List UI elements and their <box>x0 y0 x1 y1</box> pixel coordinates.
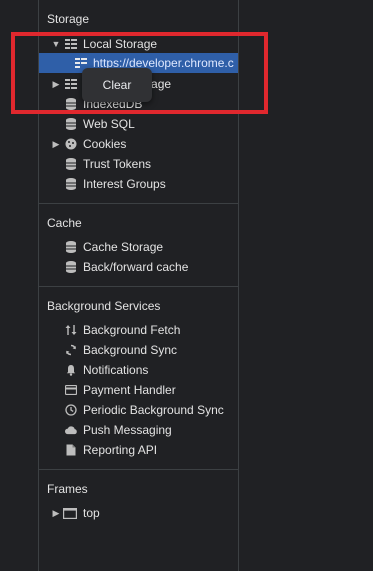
payment-handler-item[interactable]: Payment Handler <box>39 380 238 400</box>
trust-tokens-item[interactable]: Trust Tokens <box>39 154 238 174</box>
database-icon <box>65 261 77 273</box>
database-icon <box>65 178 77 190</box>
database-icon <box>65 118 77 130</box>
frames-section-title: Frames <box>47 482 88 496</box>
frame-top-label: top <box>83 506 100 520</box>
interest-groups-item[interactable]: Interest Groups <box>39 174 238 194</box>
cache-storage-item[interactable]: Cache Storage <box>39 237 238 257</box>
cache-storage-label: Cache Storage <box>83 240 164 254</box>
section-divider <box>39 286 238 287</box>
periodic-background-sync-item[interactable]: Periodic Background Sync <box>39 400 238 420</box>
interest-groups-label: Interest Groups <box>83 177 166 191</box>
bfcache-label: Back/forward cache <box>83 260 189 274</box>
section-divider <box>39 469 238 470</box>
cache-section-title: Cache <box>47 216 82 230</box>
reporting-api-label: Reporting API <box>83 443 158 457</box>
web-sql-label: Web SQL <box>83 117 135 131</box>
trust-tokens-label: Trust Tokens <box>83 157 152 171</box>
bfcache-item[interactable]: Back/forward cache <box>39 257 238 277</box>
background-fetch-label: Background Fetch <box>83 323 181 337</box>
database-icon <box>65 241 77 253</box>
expand-arrow-icon[interactable]: ▶ <box>51 139 61 150</box>
frame-top-item[interactable]: ▶ top <box>39 503 238 523</box>
background-fetch-item[interactable]: Background Fetch <box>39 320 238 340</box>
payment-handler-label: Payment Handler <box>83 383 176 397</box>
web-sql-item[interactable]: Web SQL <box>39 114 238 134</box>
notifications-label: Notifications <box>83 363 149 377</box>
credit-card-icon <box>65 384 77 396</box>
sync-icon <box>65 344 77 356</box>
up-down-arrows-icon <box>65 324 77 336</box>
database-icon <box>65 158 77 170</box>
cloud-icon <box>65 424 77 436</box>
document-icon <box>65 444 77 456</box>
bell-icon <box>65 364 77 376</box>
cookies-item[interactable]: ▶ Cookies <box>39 134 238 154</box>
expand-arrow-icon[interactable]: ▶ <box>51 508 61 519</box>
notifications-item[interactable]: Notifications <box>39 360 238 380</box>
push-messaging-item[interactable]: Push Messaging <box>39 420 238 440</box>
background-sync-item[interactable]: Background Sync <box>39 340 238 360</box>
cookie-icon <box>65 138 77 150</box>
background-sync-label: Background Sync <box>83 343 178 357</box>
storage-section-title: Storage <box>47 12 90 26</box>
periodic-background-sync-label: Periodic Background Sync <box>83 403 224 417</box>
section-divider <box>39 203 238 204</box>
reporting-api-item[interactable]: Reporting API <box>39 440 238 460</box>
cookies-label: Cookies <box>83 137 127 151</box>
annotation-highlight-box <box>11 32 268 114</box>
background-services-section-title: Background Services <box>47 299 161 313</box>
clock-icon <box>65 404 77 416</box>
frame-window-icon <box>63 507 77 519</box>
push-messaging-label: Push Messaging <box>83 423 172 437</box>
